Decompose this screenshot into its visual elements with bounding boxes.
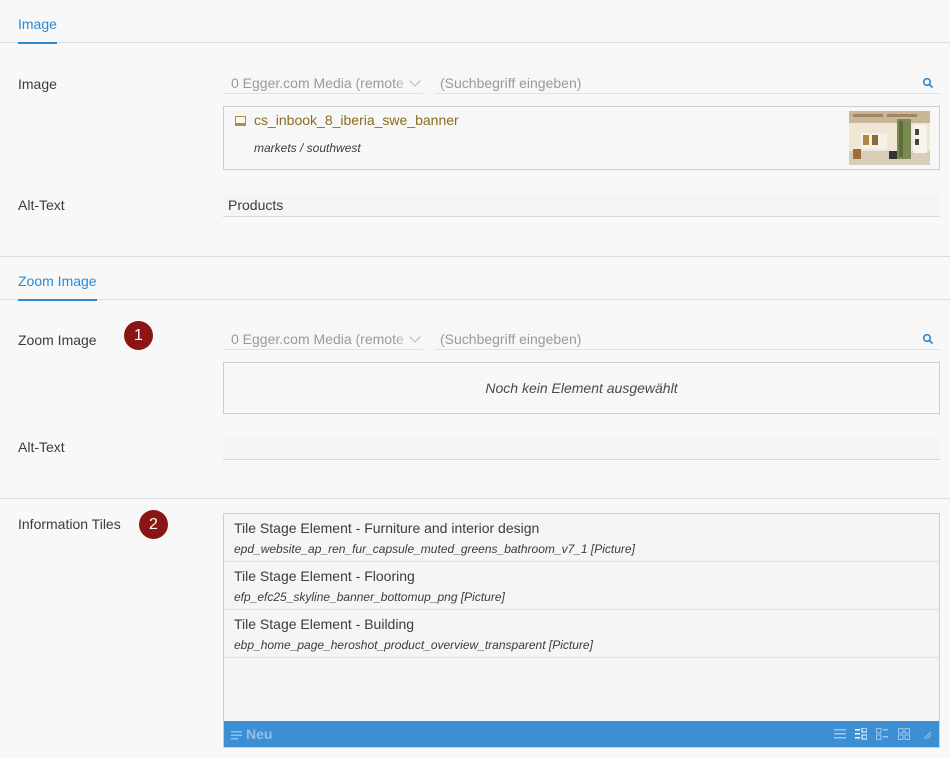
image-search-field (435, 73, 940, 94)
image-repository-value: 0 Egger.com Media (remote (231, 75, 404, 91)
selected-media-item[interactable]: cs_inbook_8_iberia_swe_banner markets / … (223, 106, 940, 170)
tab-image[interactable]: Image (18, 16, 57, 44)
search-icon[interactable] (922, 333, 934, 345)
tile-title: Tile Stage Element - Flooring (234, 568, 415, 584)
new-list-icon (231, 731, 242, 740)
image-field-label: Image (18, 76, 57, 92)
image-search-input[interactable] (435, 73, 910, 93)
zoom-search-field (435, 329, 940, 350)
zoom-empty-state: Noch kein Element ausgewählt (223, 362, 940, 414)
search-icon[interactable] (922, 77, 934, 89)
image-alt-input[interactable] (223, 194, 928, 216)
picture-icon (235, 116, 246, 126)
zoom-search-input[interactable] (435, 329, 910, 349)
annotation-badge-2: 2 (139, 510, 168, 539)
tile-title: Tile Stage Element - Furniture and inter… (234, 520, 540, 536)
list-item[interactable]: Tile Stage Element - Building ebp_home_p… (224, 610, 939, 658)
media-name-link[interactable]: cs_inbook_8_iberia_swe_banner (254, 112, 459, 128)
image-alt-label: Alt-Text (18, 197, 65, 213)
tile-subtitle: efp_efc25_skyline_banner_bottomup_png [P… (234, 590, 505, 604)
resize-icon[interactable] (923, 731, 932, 740)
information-tiles-list: Tile Stage Element - Furniture and inter… (223, 513, 940, 748)
tile-subtitle: epd_website_ap_ren_fur_capsule_muted_gre… (234, 542, 635, 556)
list-item[interactable]: Tile Stage Element - Furniture and inter… (224, 514, 939, 562)
tree-view-icon[interactable] (855, 728, 867, 740)
list-item[interactable]: Tile Stage Element - Flooring efp_efc25_… (224, 562, 939, 610)
tab-zoom-image[interactable]: Zoom Image (18, 273, 97, 301)
image-repository-select[interactable]: 0 Egger.com Media (remote (223, 73, 423, 94)
tiles-toolbar: Neu (224, 721, 939, 747)
information-tiles-section: Information Tiles 2 Tile Stage Element -… (0, 498, 950, 758)
zoom-alt-label: Alt-Text (18, 439, 65, 455)
media-path: markets / southwest (254, 141, 361, 155)
detail-view-icon[interactable] (876, 728, 888, 740)
zoom-image-section: Zoom Image Zoom Image 1 0 Egger.com Medi… (0, 256, 950, 498)
zoom-repository-select[interactable]: 0 Egger.com Media (remote (223, 329, 423, 350)
annotation-badge-1: 1 (124, 321, 153, 350)
new-button[interactable]: Neu (231, 726, 272, 742)
tile-title: Tile Stage Element - Building (234, 616, 415, 632)
new-button-label: Neu (246, 726, 273, 742)
zoom-tabbar: Zoom Image (0, 257, 950, 301)
zoom-alt-input[interactable] (223, 437, 928, 459)
image-alt-field (223, 194, 940, 217)
zoom-repository-value: 0 Egger.com Media (remote (231, 331, 404, 347)
image-tabbar: Image (0, 0, 950, 44)
information-tiles-label: Information Tiles (18, 516, 121, 532)
zoom-alt-field (223, 437, 940, 460)
media-thumbnail (849, 111, 930, 165)
image-section: Image Image 0 Egger.com Media (remote cs… (0, 0, 950, 256)
tile-subtitle: ebp_home_page_heroshot_product_overview_… (234, 638, 593, 652)
grid-view-icon[interactable] (898, 728, 910, 740)
list-view-icon[interactable] (834, 728, 846, 740)
zoom-image-field-label: Zoom Image (18, 332, 97, 348)
